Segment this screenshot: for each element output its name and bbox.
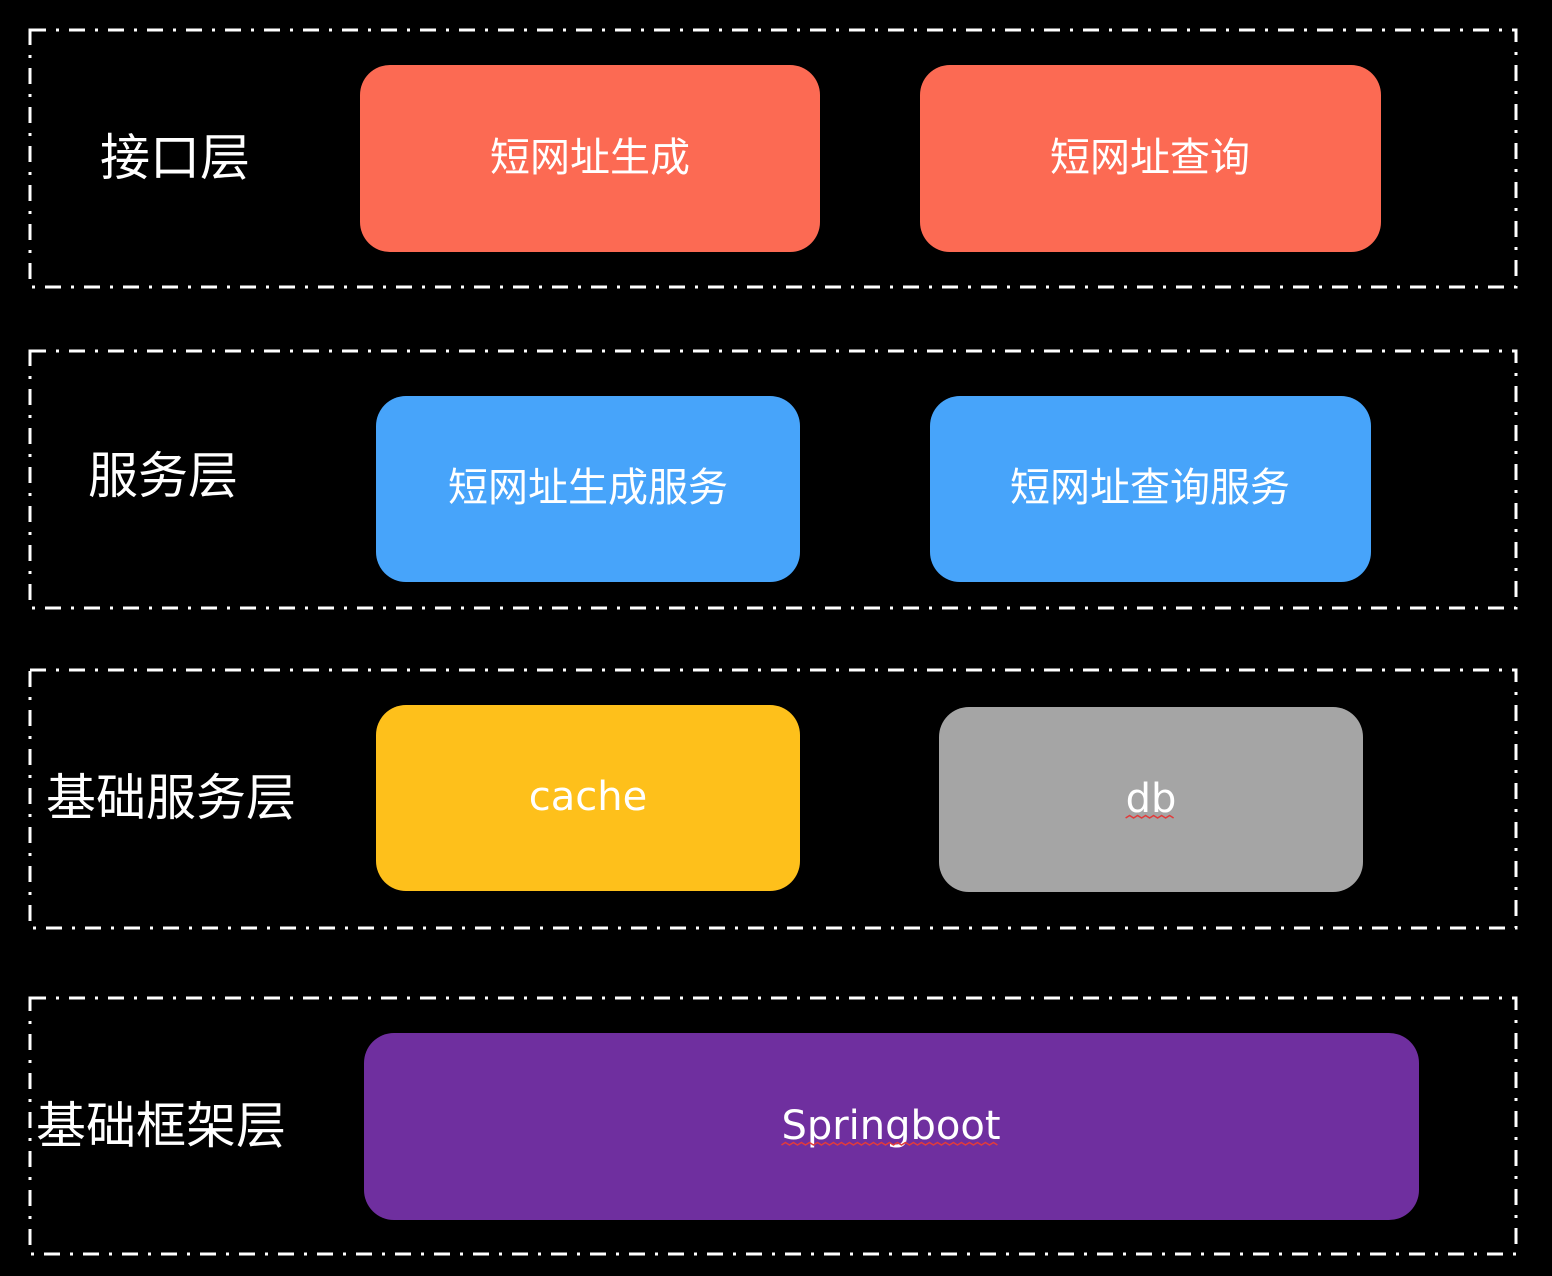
layer-base-framework-label: 基础框架层	[36, 1097, 286, 1155]
architecture-diagram: 接口层 短网址生成 短网址查询 服务层 短网址生成服务 短网址查询服务 基础服务…	[0, 0, 1552, 1276]
node-short-url-generate-service-label: 短网址生成服务	[448, 465, 728, 511]
node-short-url-query-service[interactable]: 短网址查询服务	[930, 396, 1371, 582]
node-short-url-query-label: 短网址查询	[1050, 135, 1250, 181]
node-cache[interactable]: cache	[376, 705, 800, 891]
node-short-url-query[interactable]: 短网址查询	[920, 65, 1381, 252]
layer-interface-label: 接口层	[100, 129, 250, 187]
node-db[interactable]: db	[939, 707, 1363, 892]
node-short-url-generate-label: 短网址生成	[490, 135, 690, 181]
layer-service-label: 服务层	[88, 447, 238, 505]
layer-base-service-label: 基础服务层	[46, 769, 296, 827]
node-springboot[interactable]: Springboot	[364, 1033, 1419, 1220]
node-short-url-query-service-label: 短网址查询服务	[1010, 465, 1290, 511]
node-short-url-generate-service[interactable]: 短网址生成服务	[376, 396, 800, 582]
node-db-label: db	[1126, 776, 1177, 822]
node-cache-label: cache	[529, 774, 647, 820]
node-short-url-generate[interactable]: 短网址生成	[360, 65, 820, 252]
node-springboot-label: Springboot	[781, 1103, 1000, 1149]
